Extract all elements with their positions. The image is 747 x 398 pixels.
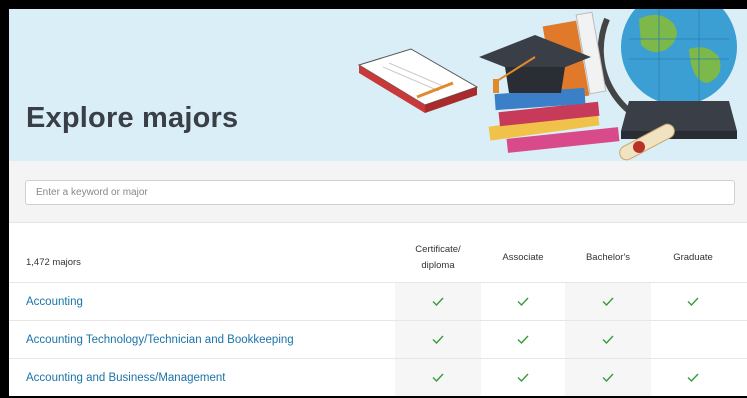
- check-icon: [395, 359, 481, 396]
- check-icon: [565, 283, 651, 320]
- hero-banner: Explore majors: [9, 9, 747, 161]
- check-icon: [565, 321, 651, 358]
- check-icon: [395, 321, 481, 358]
- column-header-bachelors: Bachelor's: [585, 252, 631, 263]
- column-header-certificate-label: Certificate/ diploma: [415, 244, 461, 271]
- check-icon: [481, 283, 565, 320]
- column-header-associate: Associate: [502, 252, 544, 263]
- check-icon: [565, 359, 651, 396]
- page: Explore majors Enter a keyword or major …: [9, 9, 747, 396]
- table-header: 1,472 majors Certificate/ diploma Associ…: [9, 223, 747, 283]
- table-row: Accounting Technology/Technician and Boo…: [9, 321, 747, 359]
- major-link[interactable]: Accounting and Business/Management: [26, 359, 225, 396]
- search-input[interactable]: [25, 180, 735, 205]
- page-title: Explore majors: [26, 102, 239, 134]
- check-icon: [651, 283, 735, 320]
- check-icon: [481, 359, 565, 396]
- major-link[interactable]: Accounting: [26, 283, 83, 320]
- search-section: [9, 161, 747, 223]
- column-header-certificate: Certificate/ diploma: [395, 233, 481, 283]
- table-row: Accounting and Business/Management: [9, 359, 747, 396]
- table-row: Accounting: [9, 283, 747, 321]
- check-icon: [481, 321, 565, 358]
- empty-cell: [651, 321, 735, 358]
- books-globe-illustration: [357, 9, 737, 161]
- major-link[interactable]: Accounting Technology/Technician and Boo…: [26, 321, 294, 358]
- check-icon: [395, 283, 481, 320]
- column-header-graduate: Graduate: [673, 252, 713, 263]
- majors-table: 1,472 majors Certificate/ diploma Associ…: [9, 223, 747, 396]
- check-icon: [651, 359, 735, 396]
